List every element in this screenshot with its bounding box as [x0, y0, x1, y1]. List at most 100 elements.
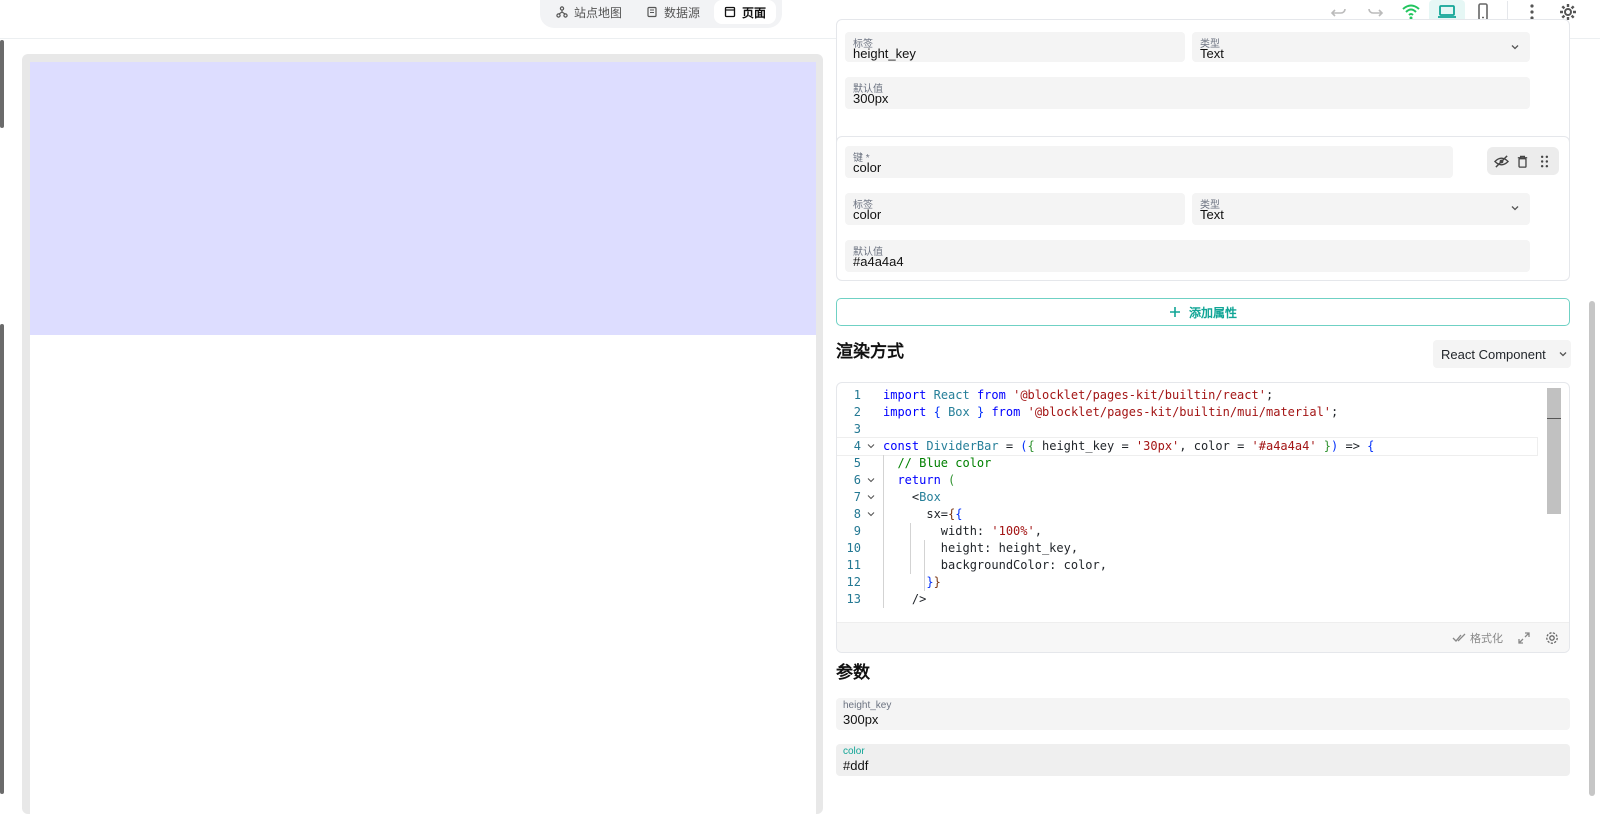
params-title: 参数 — [836, 663, 870, 682]
left-resize-handle[interactable] — [0, 324, 4, 794]
default-value-field[interactable]: 默认值 300px — [845, 77, 1530, 109]
code-line[interactable]: 1 import React from '@blocklet/pages-kit/… — [837, 387, 1537, 404]
panel-scrollbar-thumb[interactable] — [1589, 301, 1595, 796]
add-property-button[interactable]: 添加属性 — [836, 298, 1570, 326]
code-token: React — [933, 388, 970, 402]
param-label: color — [843, 746, 865, 757]
line-number: 3 — [853, 422, 861, 436]
code-line[interactable]: 5 // Blue color — [837, 455, 1537, 472]
code-token: backgroundColor: color, — [940, 558, 1107, 572]
label-field[interactable]: 标签 color — [845, 193, 1185, 225]
editor-scroll-marker — [1547, 418, 1561, 419]
key-field[interactable]: 键 * color — [845, 146, 1453, 178]
datasource-icon — [647, 6, 657, 18]
code-token: Box — [948, 405, 970, 419]
tab-page[interactable]: 页面 — [714, 0, 777, 24]
page-canvas[interactable] — [30, 62, 816, 822]
param-height-key[interactable]: height_key 300px — [836, 698, 1570, 730]
code-line[interactable]: 13 /> — [837, 591, 1537, 608]
param-value: 300px — [843, 712, 879, 727]
code-token: ( — [948, 473, 956, 487]
code-token: , — [1034, 524, 1042, 538]
code-line[interactable]: 12 }} — [837, 574, 1537, 591]
tab-datasource-label: 数据源 — [664, 5, 701, 20]
property-controls — [1487, 147, 1559, 175]
double-check-icon — [1452, 633, 1466, 642]
code-line[interactable]: 9 width: '100%', — [837, 523, 1537, 540]
line-number: 12 — [846, 575, 861, 589]
type-select[interactable]: 类型 Text — [1192, 32, 1530, 62]
gear-icon[interactable] — [1545, 631, 1559, 645]
line-number: 7 — [853, 490, 861, 504]
indent-guide — [910, 523, 911, 574]
code-line[interactable]: 7 <Box — [837, 489, 1537, 506]
type-select-value: Text — [1200, 46, 1224, 61]
code-token: '30px' — [1135, 439, 1180, 453]
format-button[interactable]: 格式化 — [1452, 630, 1503, 646]
tab-page-label: 页面 — [742, 5, 767, 20]
code-text: return ( — [883, 472, 955, 489]
line-number: 1 — [853, 388, 861, 402]
code-token: width: — [940, 524, 992, 538]
trash-icon[interactable] — [1515, 154, 1530, 169]
expand-icon[interactable] — [1517, 631, 1531, 645]
render-mode-value: React Component — [1441, 346, 1546, 362]
code-line[interactable]: 2 import { Box } from '@blocklet/pages-ki… — [837, 404, 1537, 421]
line-number: 5 — [853, 456, 861, 470]
code-token: } — [933, 575, 941, 589]
param-color[interactable]: color #ddf — [836, 744, 1570, 776]
left-edge — [0, 39, 8, 796]
key-field-value: color — [853, 160, 882, 175]
editor-scrollbar[interactable] — [1547, 388, 1561, 514]
code-token: height_key = — [1034, 439, 1136, 453]
code-token: import — [883, 388, 927, 402]
code-token: DividerBar — [926, 439, 999, 453]
plus-icon — [1169, 307, 1180, 317]
code-line[interactable]: 10 height: height_key, — [837, 540, 1537, 557]
label-field[interactable]: 标签 height_key — [845, 32, 1185, 62]
eye-off-icon[interactable] — [1494, 154, 1510, 169]
panel-scrollbar[interactable] — [1586, 39, 1596, 796]
code-line[interactable]: 6 return ( — [837, 472, 1537, 489]
divider-bar-preview[interactable] — [30, 62, 816, 335]
code-token: { — [933, 405, 941, 419]
property-card-color: 键 * color 标签 color 类型 Text 默认值 #a4a4a4 — [836, 136, 1570, 281]
fold-chevron-icon[interactable] — [867, 510, 875, 518]
tab-datasource[interactable]: 数据源 — [636, 0, 710, 24]
code-line[interactable]: 4 const DividerBar = ({ height_key = '30p… — [837, 437, 1538, 456]
fold-chevron-icon[interactable] — [867, 493, 875, 501]
tab-sitemap[interactable]: 站点地图 — [546, 0, 632, 24]
default-value-field[interactable]: 默认值 #a4a4a4 — [845, 240, 1530, 272]
code-line[interactable]: 3 — [837, 421, 1537, 438]
code-editor[interactable]: 1 import React from '@blocklet/pages-kit/… — [836, 382, 1570, 653]
line-number: 2 — [853, 405, 861, 419]
type-select-value: Text — [1200, 207, 1224, 222]
code-token: = — [998, 439, 1021, 453]
code-token: return — [897, 473, 941, 487]
canvas-frame — [22, 54, 823, 822]
left-drawer-handle[interactable] — [0, 40, 4, 128]
code-token: } — [1316, 439, 1332, 453]
line-number: 6 — [853, 473, 861, 487]
code-line[interactable]: 8 sx={{ — [837, 506, 1537, 523]
fold-chevron-icon[interactable] — [867, 476, 875, 484]
line-number: 4 — [853, 439, 861, 453]
type-select[interactable]: 类型 Text — [1192, 193, 1530, 225]
line-number: 8 — [853, 507, 861, 521]
code-text: import { Box } from '@blocklet/pages-kit… — [883, 404, 1338, 421]
code-area[interactable]: 1 import React from '@blocklet/pages-kit/… — [837, 387, 1538, 608]
code-text: // Blue color — [883, 455, 991, 472]
drag-handle-icon[interactable] — [1537, 154, 1552, 169]
code-text: sx={{ — [883, 506, 962, 523]
render-mode-select[interactable]: React Component — [1433, 340, 1571, 368]
code-line[interactable]: 11 backgroundColor: color, — [837, 557, 1537, 574]
code-token: height: height_key, — [940, 541, 1079, 555]
fold-chevron-icon[interactable] — [867, 442, 875, 450]
